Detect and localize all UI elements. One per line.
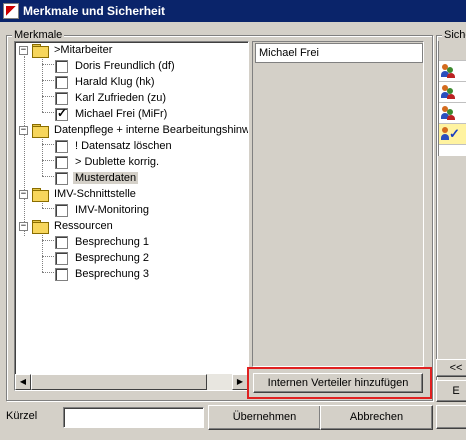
merkmale-tree[interactable]: − >Mitarbeiter Doris Freundlich (df) Har… bbox=[14, 41, 249, 391]
tree-item-label: IMV-Monitoring bbox=[75, 204, 149, 216]
tree-folder-mitarbeiter[interactable]: − >Mitarbeiter bbox=[19, 42, 114, 58]
checkbox[interactable] bbox=[55, 139, 68, 153]
sicherheit-row[interactable] bbox=[439, 41, 466, 61]
side-button-2[interactable] bbox=[436, 405, 466, 429]
tree-item-label: > Dublette korrig. bbox=[75, 156, 160, 168]
tree-item-label: Besprechung 2 bbox=[75, 252, 149, 264]
app-icon bbox=[3, 3, 19, 19]
tree-item-imv-monitoring[interactable]: IMV-Monitoring bbox=[55, 202, 151, 218]
title-bar: Merkmale und Sicherheit bbox=[0, 0, 466, 22]
tree-item-label: Doris Freundlich (df) bbox=[75, 60, 175, 72]
tree-item-datensatz-loeschen[interactable]: ! Datensatz löschen bbox=[55, 138, 174, 154]
cancel-button[interactable]: Abbrechen bbox=[320, 405, 433, 430]
checkmark-icon: ✓ bbox=[449, 126, 460, 141]
scroll-left-icon[interactable]: ◀ bbox=[15, 374, 31, 390]
sicherheit-row-selected[interactable]: ✓ bbox=[439, 124, 466, 145]
tree-item-label: Besprechung 1 bbox=[75, 236, 149, 248]
sicherheit-group-label: Sicher bbox=[442, 29, 466, 41]
checkbox[interactable] bbox=[55, 267, 68, 281]
tree-item-dublette[interactable]: > Dublette korrig. bbox=[55, 154, 161, 170]
tree-item-besprechung-3[interactable]: Besprechung 3 bbox=[55, 266, 151, 282]
tree-item-karl[interactable]: Karl Zufrieden (zu) bbox=[55, 90, 168, 106]
collapse-icon[interactable]: − bbox=[19, 45, 28, 55]
tree-item-label: ! Datensatz löschen bbox=[75, 140, 172, 152]
tree-item-label: Musterdaten bbox=[73, 172, 139, 184]
scroll-right-icon[interactable]: ▶ bbox=[232, 374, 248, 390]
tree-item-besprechung-2[interactable]: Besprechung 2 bbox=[55, 250, 151, 266]
checkbox-checked[interactable] bbox=[55, 106, 68, 121]
tree-item-label: Michael Frei (MiFr) bbox=[75, 108, 168, 120]
checkbox[interactable] bbox=[55, 235, 68, 249]
tree-item-label: Besprechung 3 bbox=[75, 268, 149, 280]
window-title: Merkmale und Sicherheit bbox=[23, 4, 166, 18]
verteiler-panel: Michael Frei bbox=[252, 41, 424, 367]
tree-item-label: Karl Zufrieden (zu) bbox=[75, 92, 167, 104]
folder-icon bbox=[32, 44, 49, 58]
tree-item-besprechung-1[interactable]: Besprechung 1 bbox=[55, 234, 151, 250]
checkbox[interactable] bbox=[55, 203, 68, 217]
sicherheit-row[interactable] bbox=[439, 103, 466, 124]
tree-folder-label: Ressourcen bbox=[54, 220, 113, 232]
selected-name-field[interactable]: Michael Frei bbox=[255, 43, 423, 63]
collapse-icon[interactable]: − bbox=[19, 189, 28, 199]
tree-item-musterdaten[interactable]: Musterdaten bbox=[55, 170, 139, 186]
merkmale-group-label: Merkmale bbox=[12, 29, 65, 41]
folder-icon bbox=[32, 124, 49, 138]
checkbox[interactable] bbox=[55, 171, 68, 185]
sicherheit-row[interactable] bbox=[439, 61, 466, 82]
tree-item-doris[interactable]: Doris Freundlich (df) bbox=[55, 58, 177, 74]
tree-item-label: Harald Klug (hk) bbox=[75, 76, 155, 88]
tree-item-michael[interactable]: Michael Frei (MiFr) bbox=[55, 106, 169, 122]
collapse-icon[interactable]: − bbox=[19, 221, 28, 231]
sicherheit-grid[interactable]: ✓ bbox=[438, 41, 466, 156]
folder-icon bbox=[32, 220, 49, 234]
back-button[interactable]: << bbox=[436, 359, 466, 377]
add-internal-distributor-button[interactable]: Internen Verteiler hinzufügen bbox=[253, 373, 423, 393]
tree-folder-ressourcen[interactable]: − Ressourcen bbox=[19, 218, 115, 234]
tree-folder-label: Datenpflege + interne Bearbeitungshinwei… bbox=[54, 124, 249, 136]
tree-folder-datenpflege[interactable]: − Datenpflege + interne Bearbeitungshinw… bbox=[19, 122, 249, 138]
sicherheit-row[interactable] bbox=[439, 82, 466, 103]
user-group-icon bbox=[441, 64, 455, 78]
checkbox[interactable] bbox=[55, 155, 68, 169]
tree-folder-label: >Mitarbeiter bbox=[54, 44, 113, 56]
checkbox[interactable] bbox=[55, 59, 68, 73]
tree-item-harald[interactable]: Harald Klug (hk) bbox=[55, 74, 156, 90]
tree-folder-imv[interactable]: − IMV-Schnittstelle bbox=[19, 186, 138, 202]
kuerzel-label: Kürzel bbox=[6, 410, 38, 422]
side-button-1[interactable]: E bbox=[436, 380, 466, 402]
checkbox[interactable] bbox=[55, 75, 68, 89]
folder-icon bbox=[32, 188, 49, 202]
checkbox[interactable] bbox=[55, 251, 68, 265]
apply-button[interactable]: Übernehmen bbox=[208, 405, 321, 430]
user-group-icon bbox=[441, 106, 455, 120]
tree-folder-label: IMV-Schnittstelle bbox=[54, 188, 136, 200]
scrollbar-thumb[interactable] bbox=[31, 374, 207, 390]
collapse-icon[interactable]: − bbox=[19, 125, 28, 135]
user-group-icon bbox=[441, 85, 455, 99]
tree-horizontal-scrollbar[interactable]: ◀ ▶ bbox=[15, 374, 248, 390]
kuerzel-input[interactable] bbox=[63, 407, 204, 428]
checkbox[interactable] bbox=[55, 91, 68, 105]
